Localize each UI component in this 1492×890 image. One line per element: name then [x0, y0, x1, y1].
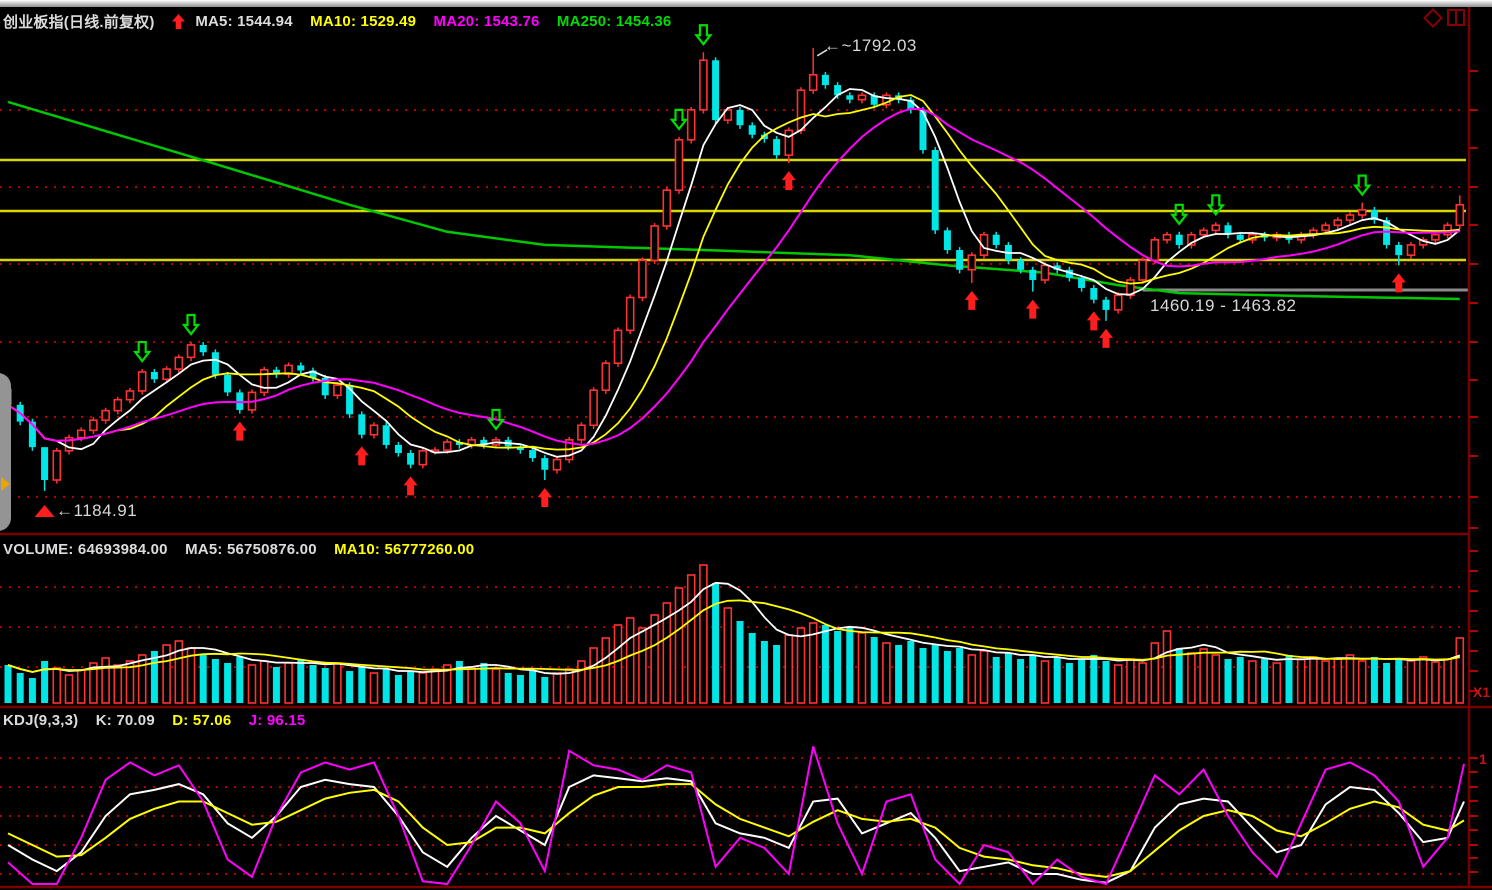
- ma5-value: MA5: 1544.94: [195, 13, 292, 30]
- volume-panel[interactable]: [0, 537, 1468, 705]
- volume-ma10-value: MA10: 56777260.00: [334, 541, 474, 558]
- kdj-k-value: K: 70.09: [96, 712, 155, 729]
- trading-app-window: 创业板指(日线.前复权) MA5: 1544.94 MA10: 1529.49 …: [0, 0, 1492, 890]
- kdj-name: KDJ(9,3,3): [3, 712, 78, 729]
- volume-header: VOLUME: 64693984.00 MA5: 56750876.00 MA1…: [3, 540, 487, 558]
- volume-ma5-value: MA5: 56750876.00: [185, 541, 317, 558]
- kdj-panel[interactable]: [0, 710, 1468, 886]
- instrument-title: 创业板指(日线.前复权): [3, 11, 155, 32]
- volume-value: VOLUME: 64693984.00: [3, 541, 168, 558]
- up-arrow-icon: [172, 14, 185, 29]
- main-chart-header: 创业板指(日线.前复权) MA5: 1544.94 MA10: 1529.49 …: [3, 11, 684, 32]
- window-top-strip: [0, 0, 1492, 7]
- panes-icon[interactable]: [1447, 9, 1465, 26]
- low-price-annotation: ←1184.91: [56, 501, 137, 521]
- kdj-scale-label: 1: [1479, 751, 1487, 767]
- ma250-value: MA250: 1454.36: [557, 13, 672, 30]
- main-chart-panel[interactable]: [0, 33, 1468, 531]
- kdj-d-value: D: 57.06: [172, 712, 231, 729]
- volume-scale-label: X1: [1473, 684, 1490, 700]
- left-edge-handle[interactable]: [0, 373, 11, 531]
- high-price-annotation: ←~1792.03: [824, 36, 917, 56]
- ma20-value: MA20: 1543.76: [434, 13, 540, 30]
- kdj-j-value: J: 96.15: [249, 712, 306, 729]
- gap-range-annotation: 1460.19 - 1463.82: [1150, 296, 1297, 316]
- ma10-value: MA10: 1529.49: [310, 13, 416, 30]
- left-arrow-icon[interactable]: [1, 477, 10, 491]
- kdj-header: KDJ(9,3,3) K: 70.09 D: 57.06 J: 96.15: [3, 711, 318, 729]
- panes-icon-divider: [1455, 11, 1457, 24]
